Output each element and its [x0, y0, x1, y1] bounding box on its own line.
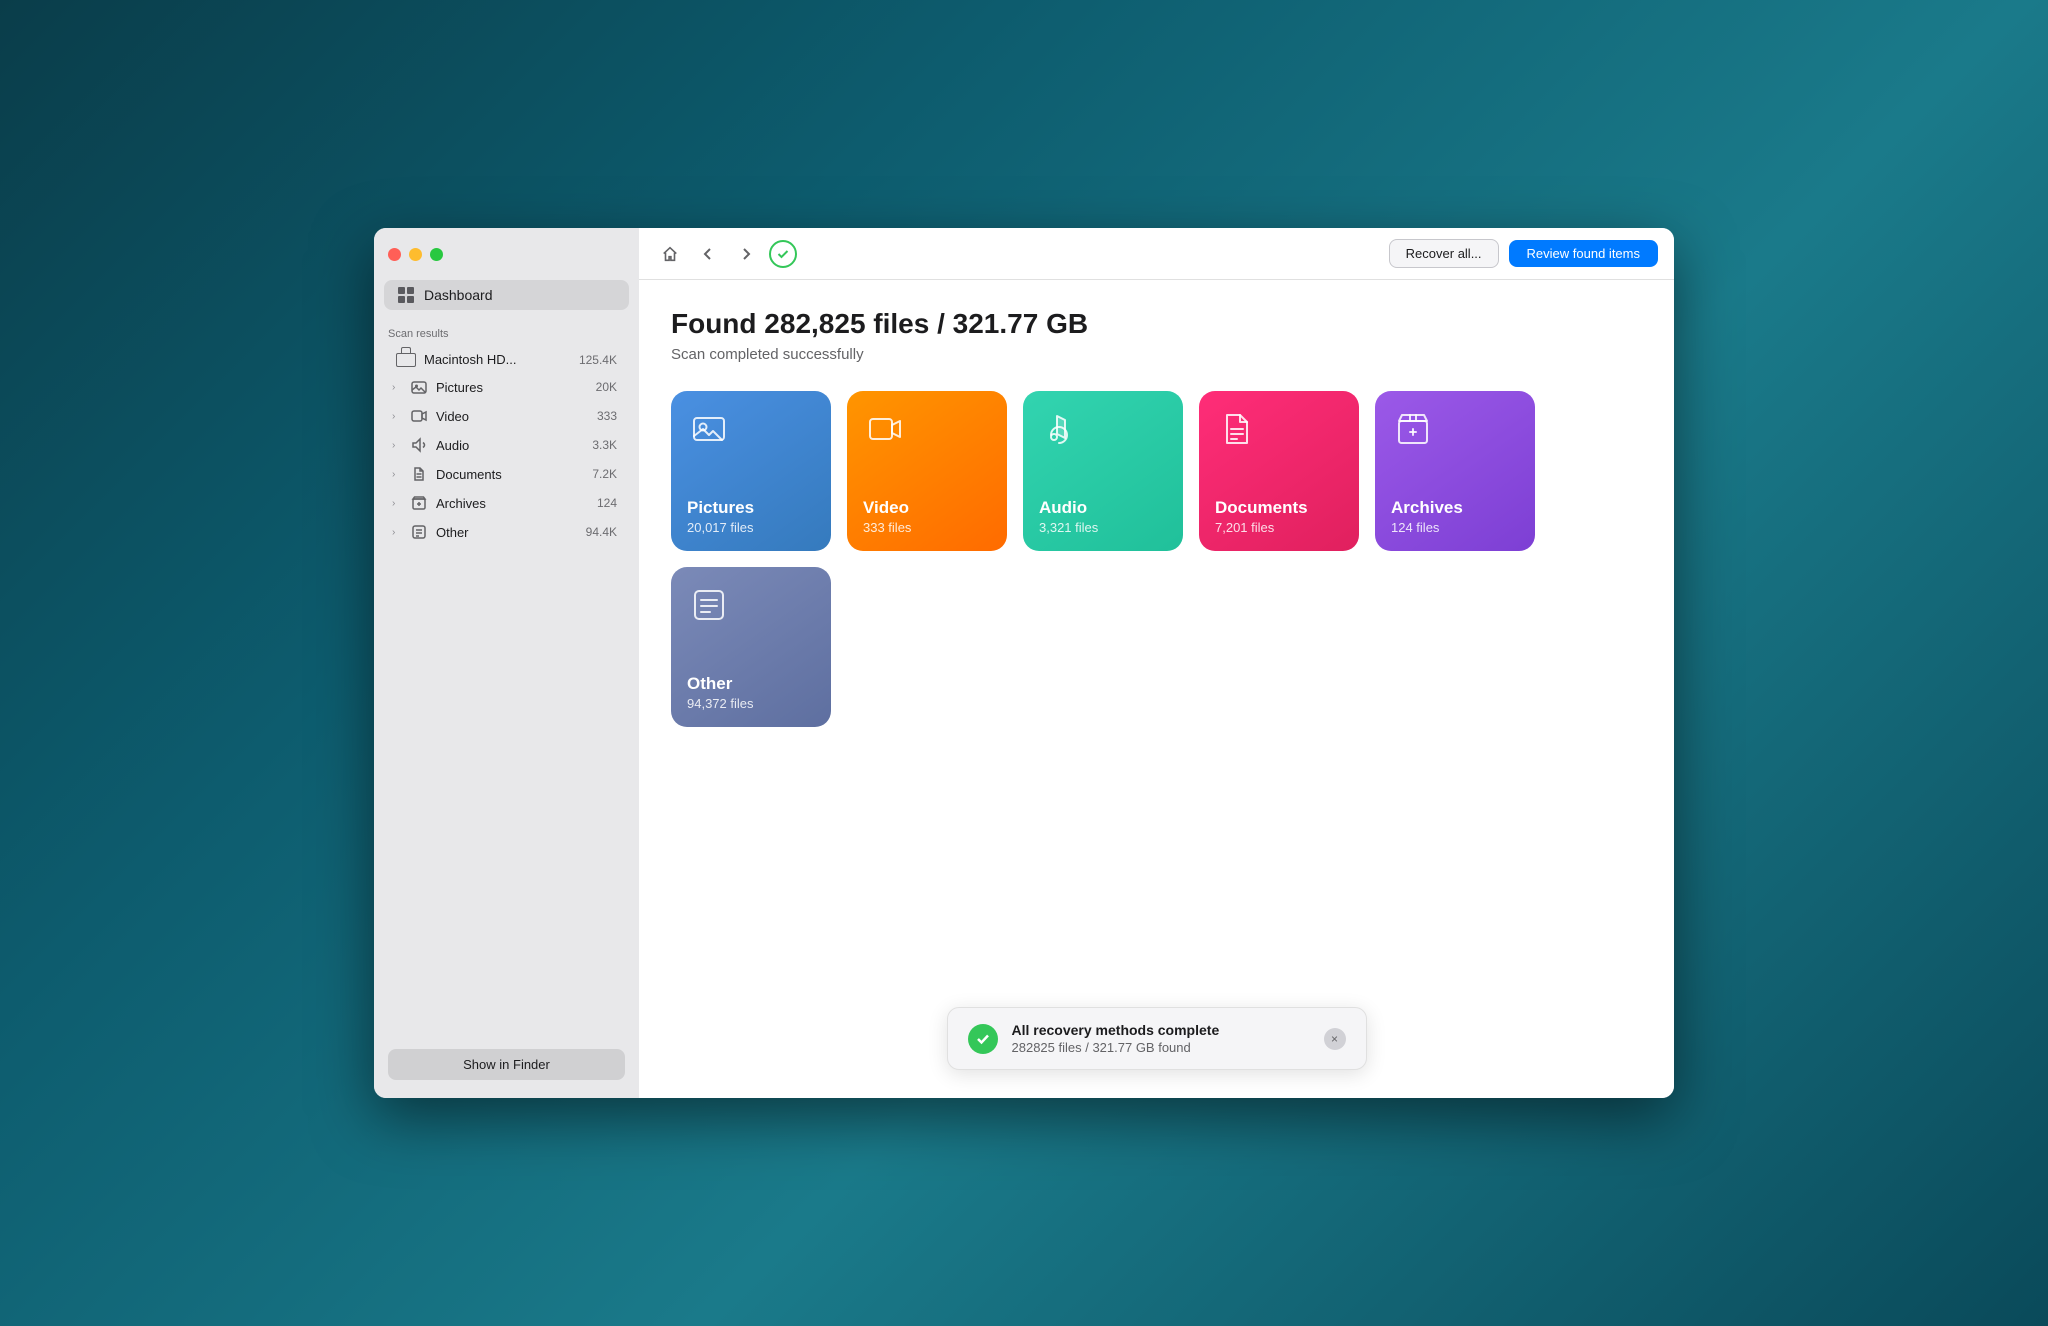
- found-subtitle: Scan completed successfully: [671, 346, 1642, 363]
- sidebar-item-video[interactable]: › Video 333: [382, 402, 631, 430]
- sidebar-item-other[interactable]: › Other 94.4K: [382, 518, 631, 546]
- toast-close-button[interactable]: ×: [1324, 1028, 1346, 1050]
- archives-icon: [410, 494, 428, 512]
- card-video-icon: [863, 407, 907, 451]
- main-window: Dashboard Scan results Macintosh HD... 1…: [374, 228, 1674, 1098]
- audio-icon: [410, 436, 428, 454]
- card-other-label: Other: [687, 674, 815, 694]
- hd-name: Macintosh HD...: [424, 352, 579, 367]
- maximize-button[interactable]: [430, 248, 443, 261]
- other-icon: [410, 523, 428, 541]
- found-title: Found 282,825 files / 321.77 GB: [671, 308, 1642, 340]
- toast-text: All recovery methods complete 282825 fil…: [1012, 1022, 1310, 1055]
- card-archives-icon: [1391, 407, 1435, 451]
- card-documents-label: Documents: [1215, 498, 1343, 518]
- show-in-finder-button[interactable]: Show in Finder: [388, 1049, 625, 1080]
- toast-notification: All recovery methods complete 282825 fil…: [947, 1007, 1367, 1070]
- card-archives-count: 124 files: [1391, 520, 1519, 535]
- toolbar-right: Recover all... Review found items: [1389, 239, 1658, 268]
- chevron-icon: ›: [392, 411, 406, 422]
- sidebar-documents-label: Documents: [436, 467, 592, 482]
- card-video[interactable]: Video 333 files: [847, 391, 1007, 551]
- hd-count: 125.4K: [579, 353, 617, 367]
- chevron-icon: ›: [392, 498, 406, 509]
- toast-title: All recovery methods complete: [1012, 1022, 1310, 1038]
- chevron-icon: ›: [392, 382, 406, 393]
- sidebar-audio-label: Audio: [436, 438, 592, 453]
- sidebar-item-archives[interactable]: › Archives 124: [382, 489, 631, 517]
- pictures-icon: [410, 378, 428, 396]
- sidebar-archives-count: 124: [597, 496, 617, 510]
- titlebar: [374, 228, 639, 280]
- card-pictures-info: Pictures 20,017 files: [687, 498, 815, 535]
- forward-button[interactable]: [731, 239, 761, 269]
- back-button[interactable]: [693, 239, 723, 269]
- card-documents-icon: [1215, 407, 1259, 451]
- card-documents[interactable]: Documents 7,201 files: [1199, 391, 1359, 551]
- card-pictures-icon: [687, 407, 731, 451]
- card-documents-info: Documents 7,201 files: [1215, 498, 1343, 535]
- dashboard-button[interactable]: Dashboard: [384, 280, 629, 310]
- card-pictures-label: Pictures: [687, 498, 815, 518]
- sidebar-item-hd[interactable]: Macintosh HD... 125.4K: [382, 347, 631, 372]
- card-documents-count: 7,201 files: [1215, 520, 1343, 535]
- content-area: Found 282,825 files / 321.77 GB Scan com…: [639, 280, 1674, 1098]
- chevron-icon: ›: [392, 440, 406, 451]
- sidebar-video-label: Video: [436, 409, 597, 424]
- toolbar-left: [655, 239, 1381, 269]
- card-audio-label: Audio: [1039, 498, 1167, 518]
- card-archives[interactable]: Archives 124 files: [1375, 391, 1535, 551]
- card-audio-count: 3,321 files: [1039, 520, 1167, 535]
- card-other-count: 94,372 files: [687, 696, 815, 711]
- card-pictures[interactable]: Pictures 20,017 files: [671, 391, 831, 551]
- sidebar-item-documents[interactable]: › Documents 7.2K: [382, 460, 631, 488]
- card-video-count: 333 files: [863, 520, 991, 535]
- second-row: Other 94,372 files: [671, 567, 1642, 727]
- dashboard-icon: [398, 287, 414, 303]
- sidebar-archives-label: Archives: [436, 496, 597, 511]
- hd-icon: [396, 353, 416, 367]
- sidebar-item-pictures[interactable]: › Pictures 20K: [382, 373, 631, 401]
- card-archives-info: Archives 124 files: [1391, 498, 1519, 535]
- card-video-label: Video: [863, 498, 991, 518]
- card-audio[interactable]: Audio 3,321 files: [1023, 391, 1183, 551]
- complete-indicator: [769, 240, 797, 268]
- card-other-info: Other 94,372 files: [687, 674, 815, 711]
- card-other[interactable]: Other 94,372 files: [671, 567, 831, 727]
- card-pictures-count: 20,017 files: [687, 520, 815, 535]
- sidebar-pictures-count: 20K: [596, 380, 617, 394]
- scan-results-label: Scan results: [374, 318, 639, 346]
- chevron-icon: ›: [392, 469, 406, 480]
- sidebar-documents-count: 7.2K: [592, 467, 617, 481]
- sidebar-video-count: 333: [597, 409, 617, 423]
- toast-subtitle: 282825 files / 321.77 GB found: [1012, 1040, 1310, 1055]
- chevron-icon: ›: [392, 527, 406, 538]
- minimize-button[interactable]: [409, 248, 422, 261]
- dashboard-label: Dashboard: [424, 287, 493, 303]
- close-button[interactable]: [388, 248, 401, 261]
- sidebar-items: Macintosh HD... 125.4K › Pictures 20K: [374, 346, 639, 1037]
- card-video-info: Video 333 files: [863, 498, 991, 535]
- cards-grid: Pictures 20,017 files Video 333 file: [671, 391, 1642, 551]
- card-audio-info: Audio 3,321 files: [1039, 498, 1167, 535]
- card-archives-label: Archives: [1391, 498, 1519, 518]
- sidebar-other-label: Other: [436, 525, 586, 540]
- video-icon: [410, 407, 428, 425]
- sidebar-audio-count: 3.3K: [592, 438, 617, 452]
- review-found-button[interactable]: Review found items: [1509, 240, 1658, 267]
- card-other-icon: [687, 583, 731, 627]
- documents-icon: [410, 465, 428, 483]
- card-audio-icon: [1039, 407, 1083, 451]
- sidebar-pictures-label: Pictures: [436, 380, 596, 395]
- home-button[interactable]: [655, 239, 685, 269]
- sidebar-item-audio[interactable]: › Audio 3.3K: [382, 431, 631, 459]
- main-content: Recover all... Review found items Found …: [639, 228, 1674, 1098]
- sidebar: Dashboard Scan results Macintosh HD... 1…: [374, 228, 639, 1098]
- toolbar: Recover all... Review found items: [639, 228, 1674, 280]
- recover-all-button[interactable]: Recover all...: [1389, 239, 1499, 268]
- toast-check-icon: [968, 1024, 998, 1054]
- sidebar-other-count: 94.4K: [586, 525, 617, 539]
